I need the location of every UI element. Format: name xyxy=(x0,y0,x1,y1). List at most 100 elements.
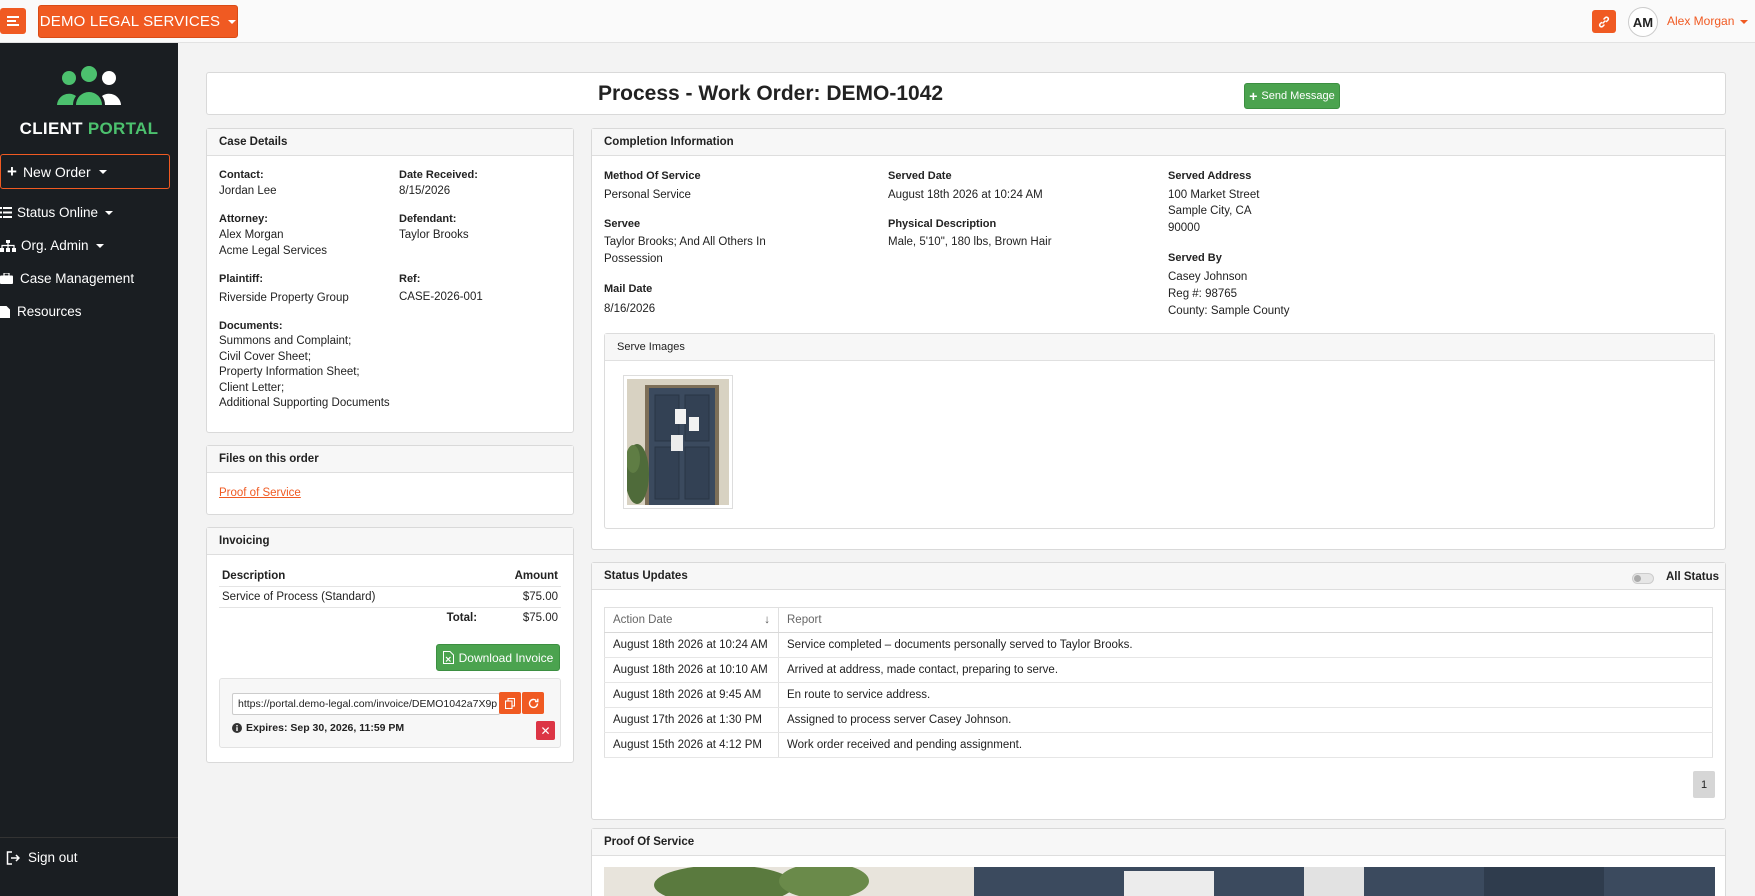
total-value: $75.00 xyxy=(522,612,558,624)
expiry-note: Expires: Sep 30, 2026, 11:59 PM xyxy=(232,722,404,734)
file-icon xyxy=(0,305,10,318)
served-address-label: Served Address xyxy=(1168,170,1252,182)
new-order-button[interactable]: + New Order xyxy=(0,154,170,189)
document-item: Property Information Sheet; xyxy=(219,366,360,378)
sidebar-item-label: Org. Admin xyxy=(21,238,89,253)
sign-out-icon xyxy=(6,850,20,865)
sidebar-item-org-admin[interactable]: Org. Admin xyxy=(0,238,104,253)
document-item: Civil Cover Sheet; xyxy=(219,350,312,363)
served-date-value: August 18th 2026 at 10:24 AM xyxy=(888,189,1043,201)
all-status-toggle[interactable] xyxy=(1632,573,1654,584)
pagination-page-button[interactable]: 1 xyxy=(1693,771,1715,798)
ref-value: CASE-2026-001 xyxy=(399,291,483,303)
documents-list: Summons and Complaint; Civil Cover Sheet… xyxy=(219,334,390,412)
work-order-header: Process - Work Order: DEMO-1042 + Send M… xyxy=(206,72,1726,115)
report-cell: En route to service address. xyxy=(778,682,1713,708)
invoice-table: Description Amount Service of Process (S… xyxy=(219,566,561,628)
copy-icon xyxy=(505,697,515,709)
action-date-cell: August 17th 2026 at 1:30 PM xyxy=(604,707,779,733)
served-address-line-3: 90000 xyxy=(1168,222,1200,234)
sign-out-button[interactable]: Sign out xyxy=(0,837,178,865)
logo-text-client: CLIENT xyxy=(19,119,83,138)
report-cell: Work order received and pending assignme… xyxy=(778,732,1713,758)
panel-heading: Invoicing xyxy=(207,528,573,555)
defendant-value: Taylor Brooks xyxy=(399,229,469,241)
action-date-cell: August 18th 2026 at 10:24 AM xyxy=(604,632,779,658)
chevron-down-icon xyxy=(105,210,114,215)
new-order-label: New Order xyxy=(22,163,91,180)
action-date-cell: August 18th 2026 at 9:45 AM xyxy=(604,682,779,708)
plaintiff-value: Riverside Property Group xyxy=(219,292,349,304)
physical-description-label: Physical Description xyxy=(888,218,997,230)
organization-name: DEMO LEGAL SERVICES xyxy=(39,13,221,30)
panel-heading: Status Updates xyxy=(592,563,1725,590)
column-header-description: Description xyxy=(219,566,481,587)
panel-heading: Case Details xyxy=(207,129,573,156)
organization-dropdown-button[interactable]: DEMO LEGAL SERVICES xyxy=(38,5,238,38)
file-excel-icon xyxy=(442,651,454,664)
invoice-link-box: https://portal.demo-legal.com/invoice/DE… xyxy=(219,678,561,748)
physical-description-value: Male, 5'10", 180 lbs, Brown Hair xyxy=(888,236,1052,248)
close-icon: ✕ xyxy=(540,723,551,738)
sidebar-item-status-online[interactable]: Status Online xyxy=(0,205,114,220)
send-message-button[interactable]: + Send Message xyxy=(1244,83,1340,109)
serve-images-heading: Serve Images xyxy=(605,334,1714,361)
download-invoice-button[interactable]: Download Invoice xyxy=(436,644,560,671)
sitemap-icon xyxy=(0,239,16,252)
sign-out-label: Sign out xyxy=(28,850,78,865)
users-group-icon xyxy=(57,66,121,105)
report-cell: Service completed – documents personally… xyxy=(778,632,1713,658)
contact-value: Jordan Lee xyxy=(219,185,277,197)
proof-photo-image xyxy=(604,867,1715,896)
avatar[interactable]: AM xyxy=(1628,7,1658,37)
document-item: Client Letter; xyxy=(219,381,285,394)
briefcase-icon xyxy=(0,273,13,284)
panel-heading: Files on this order xyxy=(207,446,573,473)
column-header-action-date[interactable]: Action Date ↓ xyxy=(604,607,779,633)
served-address-line-2: Sample City, CA xyxy=(1168,205,1252,217)
sidebar-item-resources[interactable]: Resources xyxy=(0,304,82,319)
contact-label: Contact: xyxy=(219,169,264,181)
proof-of-service-link[interactable]: Proof of Service xyxy=(219,487,301,499)
user-menu-dropdown[interactable]: Alex Morgan xyxy=(1667,14,1748,28)
top-bar: DEMO LEGAL SERVICES AM Alex Morgan xyxy=(0,0,1755,43)
served-by-label: Served By xyxy=(1168,252,1222,264)
documents-label: Documents: xyxy=(219,320,283,332)
sort-down-icon: ↓ xyxy=(764,614,770,626)
list-icon xyxy=(0,207,12,218)
proof-of-service-preview[interactable] xyxy=(604,867,1715,896)
served-by-reg: Reg #: 98765 xyxy=(1168,288,1238,300)
panel-heading: Completion Information xyxy=(592,129,1725,156)
sidebar-item-case-management[interactable]: Case Management xyxy=(0,271,134,286)
sidebar-item-label: Case Management xyxy=(20,271,135,286)
chevron-down-icon xyxy=(1739,19,1748,24)
copy-url-button[interactable] xyxy=(499,692,521,714)
delete-url-button[interactable]: ✕ xyxy=(536,721,555,740)
document-item: Summons and Complaint; xyxy=(219,335,352,347)
invoice-url-input[interactable]: https://portal.demo-legal.com/invoice/DE… xyxy=(232,693,500,715)
send-message-label: Send Message xyxy=(1261,90,1335,102)
report-cell: Arrived at address, made contact, prepar… xyxy=(778,657,1713,683)
page-title: Process - Work Order: DEMO-1042 xyxy=(598,82,944,105)
invoice-item-description: Service of Process (Standard) xyxy=(219,586,481,608)
serve-image-thumbnail[interactable] xyxy=(623,375,733,509)
client-portal-logo xyxy=(0,65,178,112)
total-label: Total: xyxy=(446,612,478,624)
plus-icon: + xyxy=(1249,88,1258,104)
servee-label: Servee xyxy=(604,218,641,230)
refresh-url-button[interactable] xyxy=(522,692,544,714)
logo-text: CLIENT PORTAL xyxy=(0,119,178,139)
column-header-report[interactable]: Report xyxy=(778,607,1713,633)
copy-link-button[interactable] xyxy=(1592,10,1616,33)
refresh-icon xyxy=(528,698,538,708)
defendant-label: Defendant: xyxy=(399,213,457,225)
table-row: August 17th 2026 at 1:30 PM Assigned to … xyxy=(604,707,1713,733)
table-row: Service of Process (Standard) $75.00 xyxy=(219,586,561,608)
sidebar-item-label: Resources xyxy=(17,304,82,319)
table-header-row: Description Amount xyxy=(219,566,561,587)
menu-toggle-button[interactable] xyxy=(0,8,26,34)
sidebar: CLIENT PORTAL + New Order Status Online … xyxy=(0,43,178,896)
date-received-label: Date Received: xyxy=(399,169,478,181)
door-photo-image xyxy=(625,379,729,505)
attorney-firm: Acme Legal Services xyxy=(219,245,328,257)
